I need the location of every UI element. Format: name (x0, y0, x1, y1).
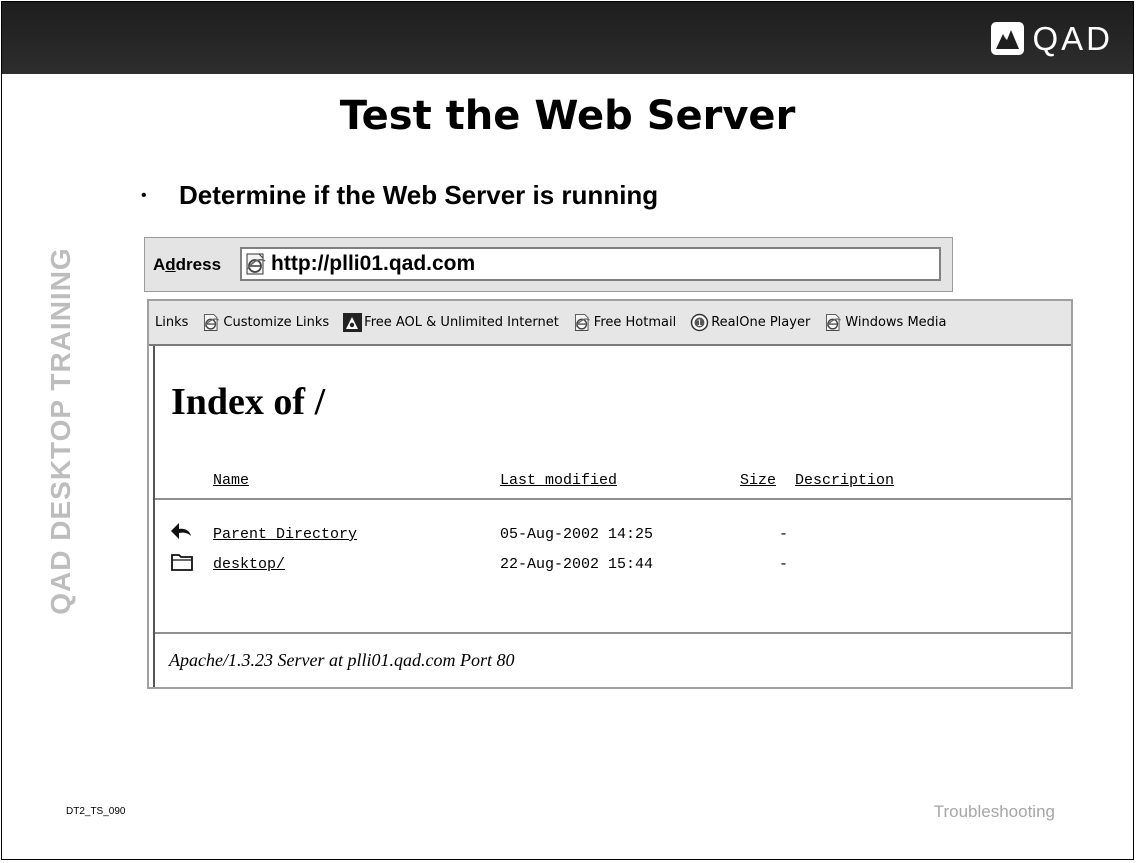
qad-mountain-logo-icon (991, 21, 1025, 55)
link-label: Windows Media (845, 315, 947, 330)
bullet-point: • Determine if the Web Server is running (141, 180, 658, 211)
realone-icon: 1 (690, 313, 709, 332)
row-name-link[interactable]: Parent Directory (213, 526, 357, 543)
links-toolbar: Links Customize Links Free AOL & Unlimit… (149, 301, 1071, 346)
link-windows-media[interactable]: Windows Media (824, 313, 947, 332)
section-label: Troubleshooting (933, 802, 1055, 821)
address-input[interactable]: http://plli01.qad.com (240, 247, 941, 281)
row-modified: 22-Aug-2002 15:44 (500, 556, 654, 573)
column-header-last-modified[interactable]: Last modified (500, 472, 617, 489)
slide-frame: QAD Test the Web Server • Determine if t… (1, 1, 1134, 860)
header-bar: QAD (2, 2, 1133, 74)
link-free-hotmail[interactable]: Free Hotmail (573, 313, 676, 332)
back-arrow-icon (170, 520, 194, 549)
column-header-size[interactable]: Size (740, 472, 776, 489)
column-header-name[interactable]: Name (213, 472, 249, 489)
slide-title: Test the Web Server (339, 93, 796, 139)
qad-logo-text: QAD (1032, 19, 1113, 57)
bullet-text: Determine if the Web Server is running (179, 180, 659, 210)
ie-page-icon (202, 313, 221, 332)
divider (155, 498, 1071, 500)
address-bar: Address http://plli01.qad.com (144, 237, 953, 292)
server-signature: Apache/1.3.23 Server at plli01.qad.com P… (169, 650, 515, 670)
link-label: Free Hotmail (593, 315, 677, 330)
svg-text:1: 1 (697, 319, 703, 329)
address-url: http://plli01.qad.com (271, 252, 476, 275)
page-content: Index of / Name Last modified Size Descr… (153, 346, 1071, 687)
row-name-link[interactable]: desktop/ (213, 556, 285, 573)
slide-id: DT2_TS_090 (66, 806, 126, 817)
link-customize-links[interactable]: Customize Links (202, 313, 329, 332)
link-free-aol[interactable]: Free AOL & Unlimited Internet (343, 313, 559, 332)
table-row: Parent Directory 05-Aug-2002 14:25 - (155, 520, 1071, 550)
divider (155, 632, 1071, 634)
column-header-description[interactable]: Description (795, 472, 894, 489)
index-heading: Index of / (171, 381, 326, 423)
link-label: Free AOL & Unlimited Internet (364, 315, 559, 330)
link-label: Customize Links (223, 315, 330, 330)
row-modified: 05-Aug-2002 14:25 (500, 526, 654, 543)
bullet-dot: • (141, 186, 147, 204)
link-label: RealOne Player (711, 315, 811, 330)
side-training-label: QAD DESKTOP TRAINING (45, 247, 76, 615)
ie-page-icon (824, 313, 843, 332)
row-size: - (779, 526, 789, 543)
links-label: Links (155, 315, 189, 330)
table-row: desktop/ 22-Aug-2002 15:44 - (155, 550, 1071, 580)
ie-page-icon (573, 313, 592, 332)
aol-icon (343, 313, 363, 332)
link-realone-player[interactable]: 1 RealOne Player (690, 313, 810, 332)
folder-icon (170, 550, 194, 579)
browser-window: Links Customize Links Free AOL & Unlimit… (147, 299, 1073, 689)
qad-logo: QAD (991, 18, 1113, 58)
address-label: Address (153, 255, 222, 274)
ie-page-icon (244, 252, 268, 276)
row-size: - (779, 556, 789, 573)
